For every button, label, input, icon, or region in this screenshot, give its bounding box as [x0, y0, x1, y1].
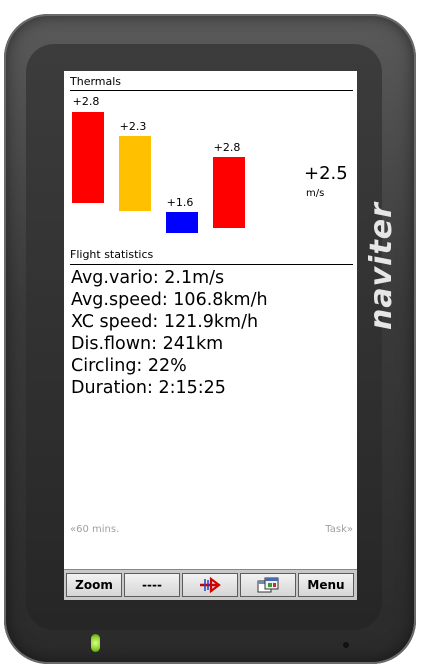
thermal-bar [72, 112, 104, 203]
thermal-bar-label: +1.6 [166, 196, 194, 209]
thermals-divider [70, 90, 353, 91]
brand-logo: naviter [364, 202, 399, 330]
flight-statistics-divider [70, 264, 353, 265]
thermals-title: Thermals [70, 75, 122, 88]
thermal-bar-label: +2.8 [72, 95, 100, 108]
flight-statistics-title: Flight statistics [70, 248, 154, 261]
stat-duration: Duration: 2:15:25 [71, 378, 226, 398]
thermal-bar [119, 136, 151, 211]
screen: Thermals +2.8 +2.3 +1.6 +2.8 +2.5 m/s Fl… [64, 71, 357, 600]
stat-xc-speed: XC speed: 121.9km/h [71, 312, 259, 332]
goto-arrow-icon [200, 576, 221, 594]
power-led [91, 634, 100, 652]
flight-statistics-list: Avg.vario: 2.1m/s Avg.speed: 106.8km/h X… [71, 267, 268, 399]
thermal-bar [213, 157, 245, 228]
thermal-bar-label: +2.8 [213, 141, 241, 154]
thermal-bar [166, 212, 198, 233]
average-climb-unit: m/s [306, 188, 325, 199]
zoom-button[interactable]: Zoom [66, 573, 122, 597]
stat-avg-speed: Avg.speed: 106.8km/h [71, 290, 268, 310]
task-page-link[interactable]: Task» [325, 524, 353, 535]
previous-page-link[interactable]: «60 mins. [70, 524, 119, 535]
stat-distance-flown: Dis.flown: 241km [71, 334, 224, 354]
stat-avg-vario: Avg.vario: 2.1m/s [71, 268, 225, 288]
stat-circling: Circling: 22% [71, 356, 187, 376]
window-switch-icon [257, 577, 279, 593]
average-climb-value: +2.5 [304, 163, 348, 184]
windows-button[interactable] [240, 573, 296, 597]
menu-button[interactable]: Menu [298, 573, 354, 597]
thermal-bar-label: +2.3 [119, 120, 147, 133]
navigate-button[interactable] [182, 573, 238, 597]
reset-pinhole [343, 642, 349, 648]
toolbar: Zoom ---- Menu [64, 569, 357, 600]
dashes-button[interactable]: ---- [124, 573, 180, 597]
